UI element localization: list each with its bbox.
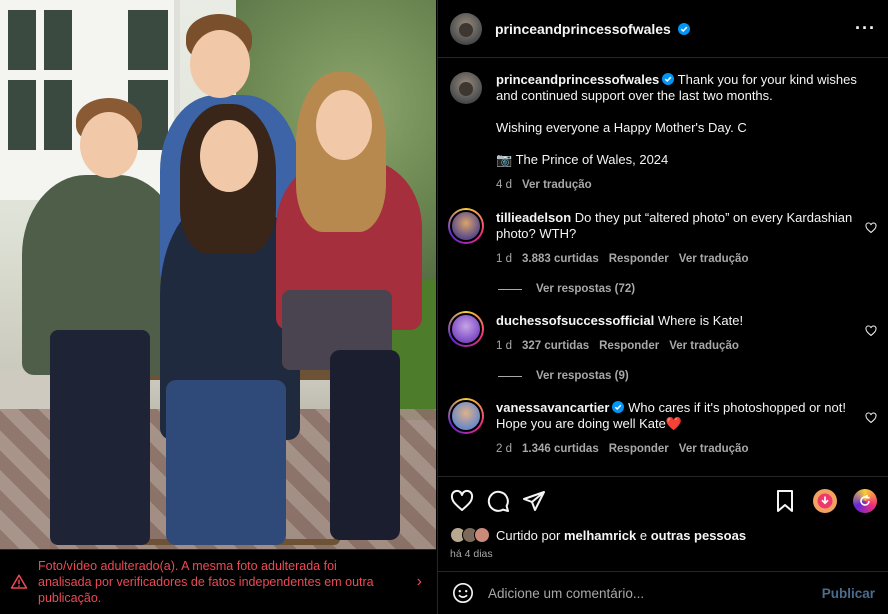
caption-author[interactable]: princeandprincessofwales <box>496 72 659 87</box>
reply-button[interactable]: Responder <box>609 441 669 457</box>
other-likers-link[interactable]: outras pessoas <box>651 528 746 543</box>
alert-text: Foto/vídeo adulterado(a). A mesma foto a… <box>38 559 374 605</box>
like-comment-heart-icon[interactable] <box>865 222 877 234</box>
warning-icon <box>10 574 28 589</box>
comment-time[interactable]: 1 d <box>496 338 512 354</box>
figure-boy-left-head <box>80 112 138 178</box>
post-header: princeandprincessofwales ··· <box>438 0 888 58</box>
comment-likes[interactable]: 1.346 curtidas <box>522 441 599 457</box>
likes-summary[interactable]: Curtido por melhamrick e outras pessoas <box>450 527 877 543</box>
translate-link[interactable]: Ver tradução <box>679 441 749 457</box>
post-media[interactable]: Foto/vídeo adulterado(a). A mesma foto a… <box>0 0 436 614</box>
like-comment-heart-icon[interactable] <box>865 412 877 424</box>
view-replies-button[interactable]: Ver respostas (72) <box>498 283 877 295</box>
comment-author[interactable]: tillieadelson <box>496 210 571 225</box>
heart-emoji: ❤️ <box>665 416 683 431</box>
caption-translate-link[interactable]: Ver tradução <box>522 177 592 193</box>
more-options-icon[interactable]: ··· <box>855 18 876 39</box>
comment-item: tillieadelson Do they put “altered photo… <box>448 208 877 267</box>
comment-time[interactable]: 1 d <box>496 251 512 267</box>
comment-input[interactable] <box>488 585 822 601</box>
caption-line-2: Wishing everyone a Happy Mother's Day. C <box>496 120 747 135</box>
comment-item: duchessofsuccessofficial Where is Kate! … <box>448 311 877 354</box>
verified-badge-icon <box>612 401 625 413</box>
commenter-avatar[interactable] <box>448 311 484 347</box>
caption-line-3: 📷 The Prince of Wales, 2024 <box>496 152 669 167</box>
comment-time[interactable]: 2 d <box>496 441 512 457</box>
caption-time[interactable]: 4 d <box>496 177 512 193</box>
publish-button[interactable]: Publicar <box>822 586 875 601</box>
comment-text: Where is Kate! <box>657 313 744 328</box>
view-replies-button[interactable]: Ver respostas (9) <box>498 370 877 382</box>
verified-badge-icon <box>677 22 690 35</box>
figure-girl-legs <box>330 350 400 540</box>
figure-girl-head <box>316 90 372 160</box>
comment-author[interactable]: duchessofsuccessofficial <box>496 313 654 328</box>
chevron-right-icon[interactable]: › <box>417 573 422 591</box>
figure-boy-left-legs <box>50 330 150 545</box>
comment-author[interactable]: vanessavancartier <box>496 400 609 415</box>
like-heart-icon[interactable] <box>450 489 474 513</box>
figure-woman-legs <box>166 380 286 545</box>
post-panel: princeandprincessofwales ··· princeandpr… <box>437 0 888 614</box>
refresh-extension-icon[interactable] <box>853 489 877 513</box>
translate-link[interactable]: Ver tradução <box>669 338 739 354</box>
author-avatar[interactable] <box>450 12 482 45</box>
add-comment-bar: Publicar <box>438 571 888 614</box>
altered-photo-alert[interactable]: Foto/vídeo adulterado(a). A mesma foto a… <box>0 549 436 614</box>
posted-time[interactable]: há 4 dias <box>450 548 877 560</box>
figure-woman-head <box>200 120 258 192</box>
post-photo[interactable] <box>0 0 436 549</box>
liker-avatar <box>474 527 490 543</box>
commenter-avatar[interactable] <box>448 208 484 244</box>
emoji-smiley-icon[interactable] <box>452 582 474 604</box>
liker-username[interactable]: melhamrick <box>564 528 636 543</box>
figure-boy-back-head <box>190 30 250 98</box>
author-username[interactable]: princeandprincessofwales <box>495 21 690 37</box>
reply-button[interactable]: Responder <box>609 251 669 267</box>
post-actions: Curtido por melhamrick e outras pessoas … <box>438 476 888 570</box>
bookmark-save-icon[interactable] <box>773 489 797 513</box>
comment-likes[interactable]: 3.883 curtidas <box>522 251 599 267</box>
comment-item: vanessavancartier Who cares if it's phot… <box>448 398 877 457</box>
like-comment-heart-icon[interactable] <box>865 325 877 337</box>
comment-bubble-icon[interactable] <box>486 489 510 513</box>
caption: princeandprincessofwales Thank you for y… <box>450 72 877 193</box>
commenter-avatar[interactable] <box>448 398 484 434</box>
comments-list[interactable]: princeandprincessofwales Thank you for y… <box>438 58 888 476</box>
download-extension-icon[interactable] <box>813 489 837 513</box>
share-send-icon[interactable] <box>522 489 546 513</box>
verified-badge-icon <box>662 73 675 85</box>
comment-likes[interactable]: 327 curtidas <box>522 338 589 354</box>
translate-link[interactable]: Ver tradução <box>679 251 749 267</box>
reply-button[interactable]: Responder <box>599 338 659 354</box>
caption-author-avatar[interactable] <box>450 72 482 104</box>
